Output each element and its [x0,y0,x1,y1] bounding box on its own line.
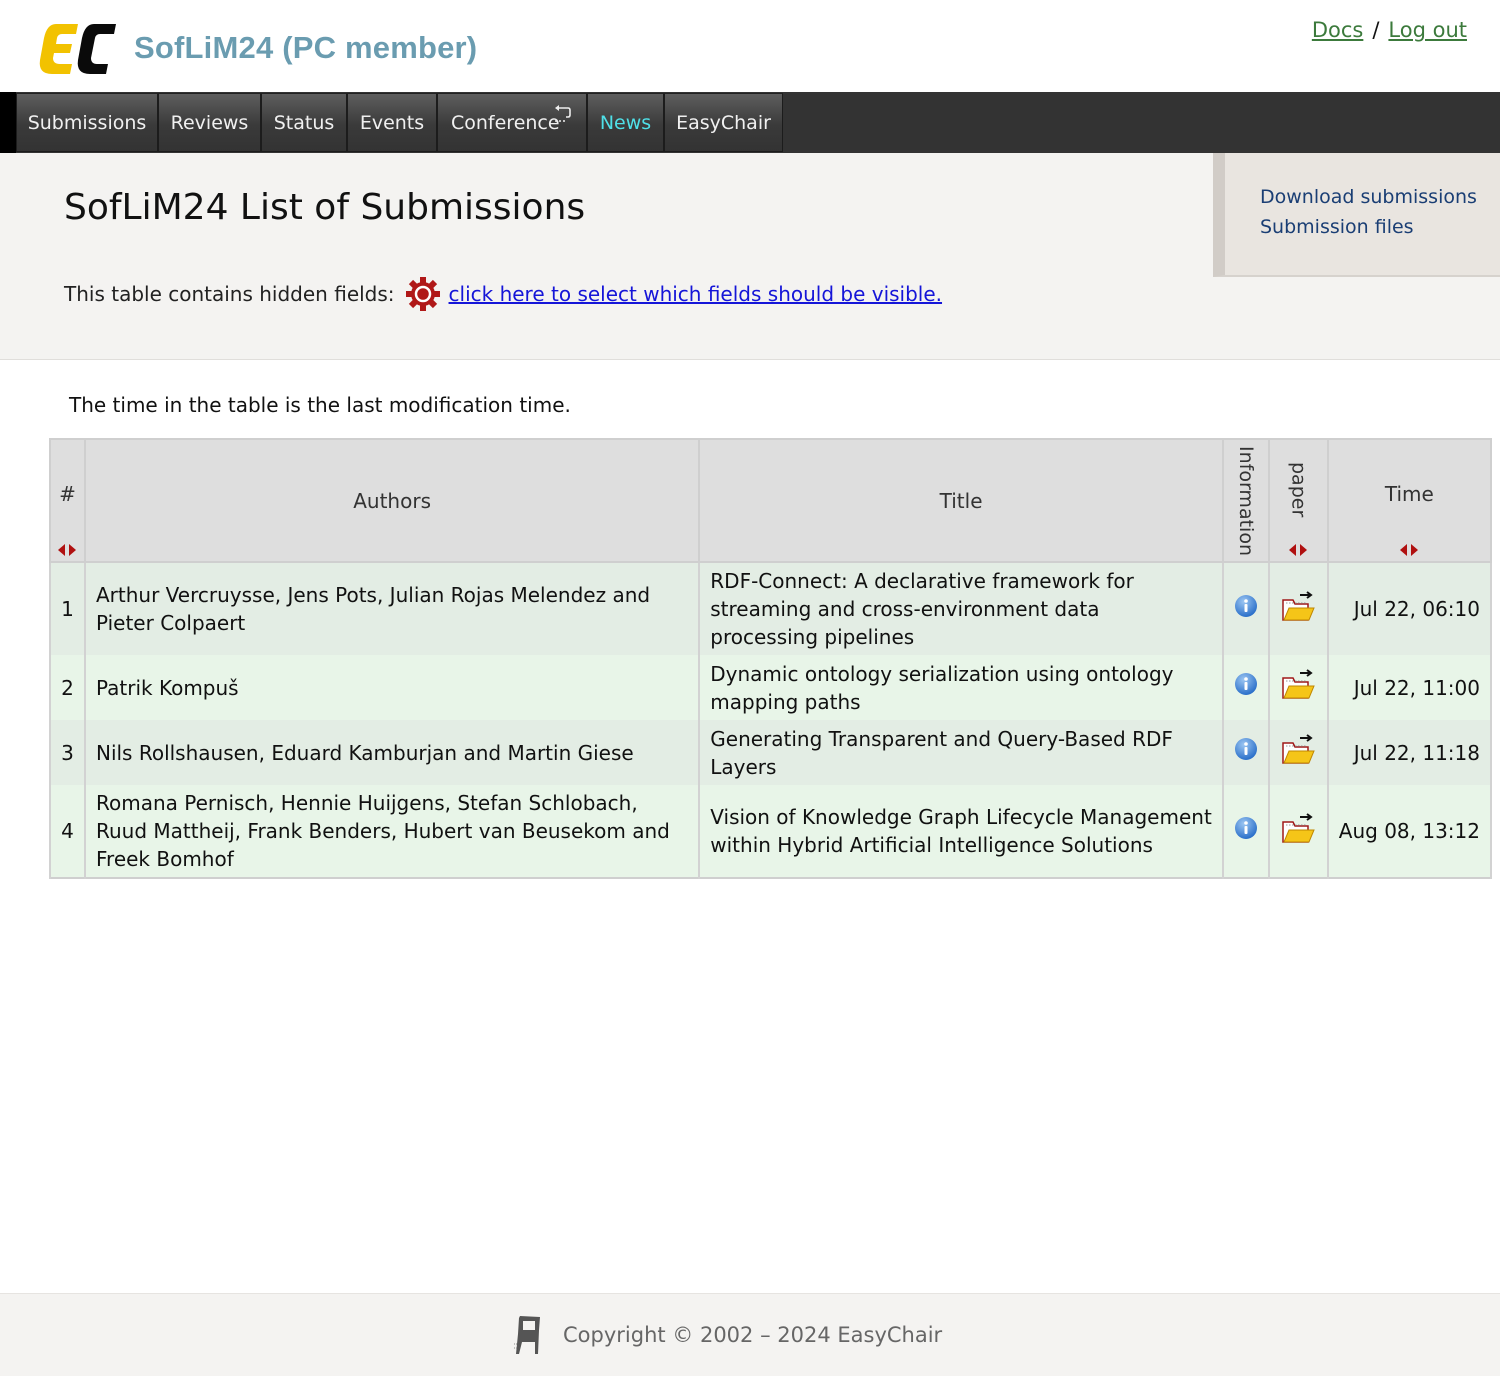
info-icon[interactable] [1234,594,1258,618]
nav-conference[interactable]: Conference [437,93,587,152]
column-header-title: Title [698,438,1224,563]
hidden-fields-notice: This table contains hidden fields: click… [64,275,942,313]
column-header-time[interactable]: Time [1326,438,1493,563]
table-row: 3 Nils Rollshausen, Eduard Kamburjan and… [49,720,1493,785]
nav-submissions[interactable]: Submissions [16,93,158,152]
submission-time: Jul 22, 11:18 [1326,720,1493,785]
info-icon[interactable] [1234,737,1258,761]
nav-reviews[interactable]: Reviews [158,93,261,152]
open-folder-icon[interactable] [1280,668,1316,700]
nav-status[interactable]: Status [261,93,347,152]
easychair-logo[interactable] [34,20,118,78]
submission-number: 3 [49,720,86,785]
submission-authors: Nils Rollshausen, Eduard Kamburjan and M… [83,720,701,785]
nav-label: Conference [451,111,560,134]
sort-arrows-icon[interactable] [1398,543,1420,557]
column-label: paper [1287,462,1310,518]
column-header-information: Information [1221,438,1270,563]
column-label: Time [1384,482,1434,506]
hidden-fields-text: This table contains hidden fields: [64,282,395,306]
link-separator: / [1372,18,1380,42]
select-visible-fields-link[interactable]: click here to select which fields should… [449,282,943,306]
information-cell [1221,655,1270,720]
information-cell [1221,785,1270,878]
nav-label: Status [273,111,335,134]
nav-easychair[interactable]: EasyChair [664,93,783,152]
submission-title: RDF-Connect: A declarative framework for… [698,562,1224,655]
column-label: Information [1234,446,1257,556]
modification-time-note: The time in the table is the last modifi… [69,393,571,417]
docs-link[interactable]: Docs [1312,18,1364,42]
column-label: Title [939,488,983,513]
table-header-row: # Authors Title Information paper Time [49,438,1493,563]
column-label: Authors [353,488,431,513]
submission-number: 1 [49,562,86,655]
page-title: SofLiM24 List of Submissions [64,187,586,228]
top-links: Docs / Log out [1312,18,1467,42]
information-cell [1221,720,1270,785]
sort-arrows-icon[interactable] [56,543,78,557]
submission-time: Jul 22, 11:00 [1326,655,1493,720]
return-arrow-icon [555,105,571,122]
nav-label: Events [359,111,425,134]
information-cell [1221,562,1270,655]
nav-label: News [599,111,652,134]
nav-label: Reviews [170,111,249,134]
paper-cell [1267,655,1329,720]
gear-icon[interactable] [404,275,442,313]
submission-number: 2 [49,655,86,720]
info-icon[interactable] [1234,816,1258,840]
info-icon[interactable] [1234,672,1258,696]
submission-title: Generating Transparent and Query-Based R… [698,720,1224,785]
submission-title: Dynamic ontology serialization using ont… [698,655,1224,720]
table-row: 4 Romana Pernisch, Hennie Huijgens, Stef… [49,785,1493,878]
nav-news[interactable]: News [587,93,664,152]
paper-cell [1267,785,1329,878]
main-nav: Submissions Reviews Status Events Confer… [0,92,1500,153]
chair-icon [514,1316,540,1354]
submission-authors: Arthur Vercruysse, Jens Pots, Julian Roj… [83,562,701,655]
open-folder-icon[interactable] [1280,733,1316,765]
header: SofLiM24 (PC member) Docs / Log out [0,0,1500,92]
submission-time: Aug 08, 13:12 [1326,785,1493,878]
column-label: # [59,482,76,506]
paper-cell [1267,562,1329,655]
nav-events[interactable]: Events [347,93,437,152]
submission-files-link[interactable]: Submission files [1260,216,1414,238]
submission-time: Jul 22, 06:10 [1326,562,1493,655]
app-title: SofLiM24 (PC member) [134,30,478,65]
table-row: 1 Arthur Vercruysse, Jens Pots, Julian R… [49,562,1493,655]
side-menu: Download submissions Submission files [1213,153,1500,277]
submission-number: 4 [49,785,86,878]
nav-label: Submissions [27,111,147,134]
download-submissions-link[interactable]: Download submissions [1260,186,1477,208]
table-row: 2 Patrik Kompuš Dynamic ontology seriali… [49,655,1493,720]
sort-arrows-icon[interactable] [1287,543,1309,557]
column-header-paper[interactable]: paper [1267,438,1329,563]
footer: Copyright © 2002 – 2024 EasyChair [0,1293,1500,1376]
submission-title: Vision of Knowledge Graph Lifecycle Mana… [698,785,1224,878]
open-folder-icon[interactable] [1280,590,1316,622]
submission-authors: Patrik Kompuš [83,655,701,720]
logout-link[interactable]: Log out [1388,18,1467,42]
submissions-table: # Authors Title Information paper Time 1… [49,438,1493,879]
copyright-text: Copyright © 2002 – 2024 EasyChair [563,1323,943,1347]
open-folder-icon[interactable] [1280,812,1316,844]
column-header-authors: Authors [83,438,701,563]
paper-cell [1267,720,1329,785]
nav-label: EasyChair [676,111,771,134]
column-header-number[interactable]: # [49,438,86,563]
submission-authors: Romana Pernisch, Hennie Huijgens, Stefan… [83,785,701,878]
